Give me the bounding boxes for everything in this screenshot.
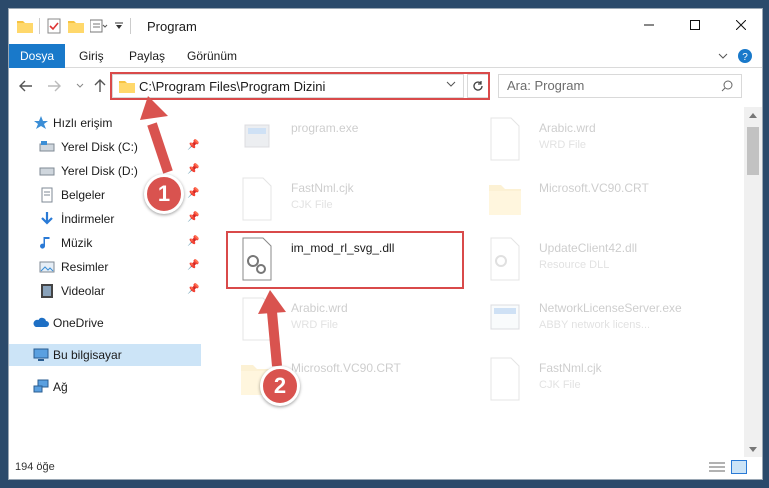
- arrow-1-head: [140, 96, 168, 120]
- arrow-2-shaft: [267, 311, 282, 367]
- callout-2: 2: [260, 366, 300, 406]
- arrow-1-shaft: [147, 122, 173, 174]
- annotation-arrows: [140, 96, 286, 367]
- arrow-2-head: [258, 290, 286, 314]
- callout-1: 1: [144, 174, 184, 214]
